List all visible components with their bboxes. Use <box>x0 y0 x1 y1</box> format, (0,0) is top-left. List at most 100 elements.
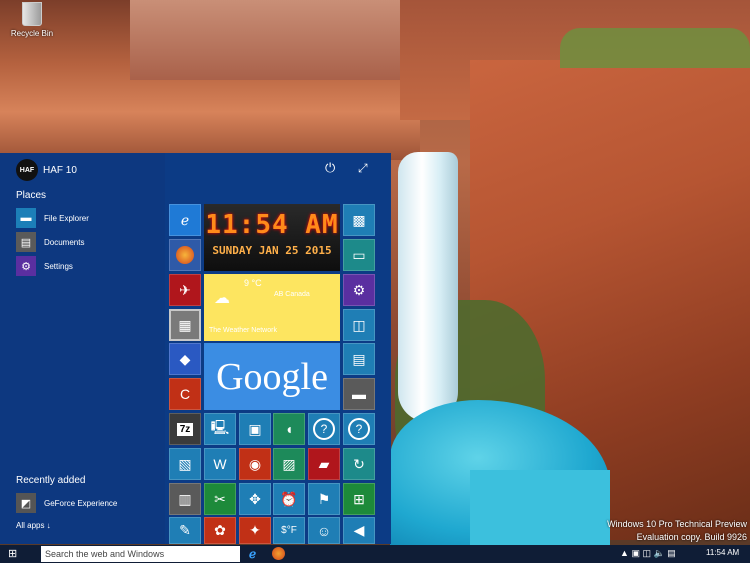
people-tile[interactable]: ☺ <box>308 517 340 544</box>
wallpaper-river <box>470 470 610 545</box>
notes-tile[interactable]: ▧ <box>169 448 201 480</box>
satellite-tile[interactable]: ✈ <box>169 274 201 306</box>
google-logo: Google <box>216 355 328 398</box>
currency-icon: $°F <box>281 525 297 536</box>
user-avatar: HAF <box>16 159 38 181</box>
calculator-tile[interactable]: ▥ <box>169 483 201 515</box>
notes-icon: ▧ <box>178 455 192 472</box>
word-icon: W <box>213 456 227 472</box>
internet-explorer-taskbar-icon[interactable]: ℯ <box>249 547 256 561</box>
photos-icon: ▨ <box>282 455 296 472</box>
mouse-tile[interactable]: ◖ <box>273 413 305 445</box>
camera-icon: ◉ <box>248 455 262 472</box>
place-file-explorer[interactable]: ▬ File Explorer <box>16 208 89 228</box>
msi-icon: ◆ <box>179 350 191 367</box>
weather-location: AB Canada <box>274 291 310 298</box>
refresh-tile[interactable]: ↻ <box>343 448 375 480</box>
place-settings[interactable]: ⚙ Settings <box>16 256 73 276</box>
tools-icon: ✂ <box>214 490 226 507</box>
places-heading: Places <box>16 190 47 201</box>
wallpaper-vegetation <box>560 28 750 68</box>
control-panel-tile[interactable]: ⚑ <box>308 483 340 515</box>
place-label: Settings <box>44 261 73 271</box>
store-icon: ⊞ <box>353 490 365 507</box>
help-icon: ? <box>313 418 335 440</box>
google-tile[interactable]: Google <box>204 343 340 410</box>
word-tile[interactable]: W <box>204 448 236 480</box>
remote-desktop-tile[interactable]: ▣ <box>239 413 271 445</box>
folder-icon: ▬ <box>16 208 36 228</box>
gimp-tile[interactable]: ✦ <box>239 517 271 544</box>
gear-icon: ⚙ <box>16 256 36 276</box>
volume-icon[interactable]: 🔈 <box>654 548 665 558</box>
recent-item-geforce[interactable]: ◩ GeForce Experience <box>16 493 117 513</box>
system-icon: ▩ <box>352 211 366 228</box>
control-panel-icon: ⚑ <box>317 490 331 507</box>
people-icon: ☺ <box>316 522 332 539</box>
camera-tile[interactable]: ◉ <box>239 448 271 480</box>
power-icon[interactable]: ⏻ <box>325 161 339 175</box>
display-tile[interactable]: ▭ <box>343 239 375 271</box>
geforce-icon: ◩ <box>16 493 36 513</box>
user-account[interactable]: HAF HAF 10 <box>16 159 77 181</box>
currency-tile[interactable]: $°F <box>273 517 305 544</box>
help-tile-1[interactable]: ? <box>308 413 340 445</box>
nvidia-tray-icon[interactable]: ▣ <box>631 548 640 558</box>
search-box[interactable]: Search the web and Windows <box>41 546 240 562</box>
system-tile[interactable]: ▩ <box>343 204 375 236</box>
firefox-taskbar-icon[interactable] <box>272 547 285 560</box>
palette-icon: ✿ <box>214 522 226 538</box>
screen-tile[interactable]: ◫ <box>343 309 375 341</box>
tools-tile[interactable]: ✂ <box>204 483 236 515</box>
ccleaner-tile[interactable]: C <box>169 378 201 410</box>
firefox-tile[interactable] <box>169 239 201 271</box>
paint-palette-tile[interactable]: ✿ <box>204 517 236 544</box>
system-tray: ▲ ▣ ◫ 🔈 ▤ <box>620 548 676 559</box>
internet-explorer-tile[interactable]: ℯ <box>169 204 201 236</box>
satellite-icon: ✈ <box>179 281 191 298</box>
taskbar-clock[interactable]: 11:54 AM <box>706 548 739 557</box>
watermark-line2: Evaluation copy. Build 9926 <box>636 532 747 542</box>
screen-icon: ◫ <box>352 316 366 333</box>
paint-tile[interactable]: ✎ <box>169 517 201 544</box>
place-label: File Explorer <box>44 213 89 223</box>
show-hidden-icons-icon[interactable]: ▲ <box>620 548 629 558</box>
action-center-icon[interactable]: ▤ <box>667 548 676 558</box>
help-tile-2[interactable]: ? <box>343 413 375 445</box>
command-prompt-tile[interactable]: ▬ <box>343 378 375 410</box>
photos-tile[interactable]: ▨ <box>273 448 305 480</box>
wallpaper-waterfall <box>398 152 458 422</box>
recycle-bin-shortcut[interactable]: Recycle Bin <box>2 2 62 38</box>
msi-tile[interactable]: ◆ <box>169 343 201 375</box>
speaker-icon: ◀ <box>353 522 365 538</box>
clock-tile[interactable]: 11:54 AM SUNDAY JAN 25 2015 <box>204 204 340 271</box>
store-tile[interactable]: ⊞ <box>343 483 375 515</box>
network-tray-icon[interactable]: ◫ <box>642 548 651 558</box>
computer-icon: 🖳 <box>210 419 230 435</box>
all-apps-link[interactable]: All apps ↓ <box>16 521 51 530</box>
expand-icon[interactable]: ⤢ <box>358 161 372 175</box>
command-prompt-icon: ▬ <box>352 386 366 402</box>
recently-added-heading: Recently added <box>16 475 86 486</box>
recycle-bin-icon <box>22 2 42 26</box>
speaker-tile[interactable]: ◀ <box>343 517 375 544</box>
settings-tile[interactable]: ⚙ <box>343 274 375 306</box>
clock-tile-date: SUNDAY JAN 25 2015 <box>212 244 332 257</box>
computer-tile[interactable]: 🖳 <box>204 413 236 445</box>
7zip-tile[interactable]: 7z <box>169 413 201 445</box>
control-tile[interactable]: ▤ <box>343 343 375 375</box>
place-documents[interactable]: ▤ Documents <box>16 232 84 252</box>
start-button[interactable]: ⊞ <box>8 548 20 560</box>
network-share-tile[interactable]: ✥ <box>239 483 271 515</box>
start-menu: HAF HAF 10 ⏻ ⤢ Places ▬ File Explorer ▤ … <box>0 153 391 544</box>
recent-item-label: GeForce Experience <box>44 498 118 508</box>
clock-tile-time: 11:54 AM <box>205 210 339 240</box>
weather-tile[interactable]: ☁ 9 °C AB Canada The Weather Network <box>204 274 340 341</box>
place-label: Documents <box>44 237 85 247</box>
build-watermark: Windows 10 Pro Technical Preview Evaluat… <box>607 518 747 544</box>
folder-tile[interactable]: ▰ <box>308 448 340 480</box>
gimp-icon: ✦ <box>249 522 261 538</box>
paint-icon: ✎ <box>179 522 191 538</box>
alarm-tile[interactable]: ⏰ <box>273 483 305 515</box>
network-tile[interactable]: ▦ <box>169 309 201 341</box>
